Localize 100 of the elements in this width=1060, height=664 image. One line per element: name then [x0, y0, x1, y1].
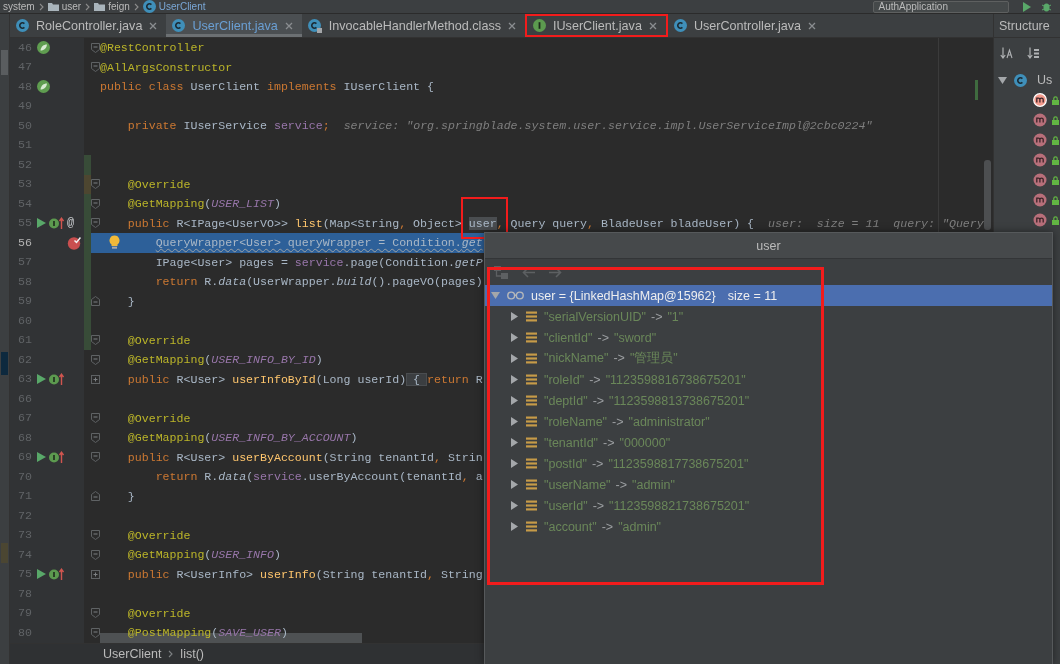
collapse-icon[interactable] — [91, 218, 100, 229]
tree-item[interactable]: Us — [994, 70, 1060, 90]
breadcrumb-item[interactable]: UserClient — [142, 0, 206, 13]
collapse-icon[interactable] — [91, 627, 100, 638]
tree-row[interactable]: "postId" -> "1123598817738675201" — [485, 453, 1052, 474]
collapse-icon[interactable] — [91, 335, 100, 346]
breadcrumb-item[interactable]: system — [3, 0, 35, 13]
caret-right-icon[interactable] — [510, 438, 519, 447]
collapse-icon[interactable] — [91, 296, 100, 307]
editor-tab[interactable]: UserClient.java — [166, 14, 302, 37]
caret-right-icon[interactable] — [510, 375, 519, 384]
bug-icon[interactable] — [1041, 1, 1052, 12]
glasses-icon — [507, 291, 524, 300]
stacked-bars-icon — [526, 437, 537, 448]
caret-right-icon[interactable] — [510, 480, 519, 489]
change-marker[interactable] — [84, 174, 91, 194]
close-icon[interactable] — [508, 21, 516, 30]
sort-icon[interactable] — [1027, 47, 1040, 59]
editor-tab[interactable]: UserController.java — [667, 14, 825, 37]
code-line: private IUserService service; — [127, 118, 330, 134]
collapse-icon[interactable] — [91, 530, 100, 541]
caret-down-icon[interactable] — [491, 291, 500, 300]
class-icon — [673, 19, 687, 32]
caret-right-icon[interactable] — [510, 354, 519, 363]
editor-tab[interactable]: RoleController.java — [10, 14, 167, 37]
breadcrumb-item[interactable]: list() — [180, 647, 204, 661]
tree-row[interactable]: "deptId" -> "1123598813738675201" — [485, 390, 1052, 411]
close-icon[interactable] — [808, 21, 816, 30]
tree-row[interactable]: "nickName" -> "管理员" — [485, 348, 1052, 369]
collapse-icon[interactable] — [91, 608, 100, 619]
leaf-icon[interactable] — [37, 80, 50, 94]
expand-icon[interactable] — [91, 374, 100, 384]
tree-row[interactable]: "userName" -> "admin" — [485, 474, 1052, 495]
change-stripe-marker[interactable] — [975, 80, 978, 100]
collapse-icon[interactable] — [91, 179, 100, 190]
sort-icon[interactable] — [1000, 47, 1013, 59]
stacked-bars-icon — [526, 521, 537, 532]
stacked-bars-icon — [526, 395, 537, 406]
caret-right-icon[interactable] — [510, 417, 519, 426]
leaf-icon[interactable] — [37, 41, 50, 55]
collapse-icon[interactable] — [91, 549, 100, 560]
collapse-icon[interactable] — [91, 452, 100, 463]
implements-icon[interactable] — [49, 451, 64, 464]
change-marker[interactable] — [84, 330, 91, 350]
collapse-icon[interactable] — [91, 354, 100, 365]
scrollbar-thumb[interactable] — [984, 160, 991, 230]
code-line: @GetMapping(USER_INFO) — [127, 547, 281, 563]
collapse-icon[interactable] — [91, 198, 100, 209]
collapse-icon[interactable] — [91, 491, 100, 502]
tree-row[interactable]: "account" -> "admin" — [485, 516, 1052, 537]
run-icon[interactable] — [37, 374, 46, 385]
collapse-icon[interactable] — [91, 432, 100, 443]
implements-icon[interactable] — [49, 373, 64, 386]
caret-right-icon[interactable] — [510, 396, 519, 405]
close-icon[interactable] — [284, 21, 293, 30]
run-icon[interactable] — [37, 218, 46, 229]
breadcrumb-item[interactable]: user — [47, 0, 82, 13]
caret-right-icon[interactable] — [510, 522, 519, 531]
implements-icon[interactable] — [49, 217, 64, 230]
tree-row[interactable]: "serialVersionUID" -> "1" — [485, 306, 1052, 327]
expand-icon[interactable] — [91, 569, 100, 579]
lightbulb-icon[interactable] — [109, 235, 120, 249]
gutter-marker[interactable]: @ — [67, 216, 75, 230]
change-marker[interactable] — [84, 194, 91, 214]
close-icon[interactable] — [149, 21, 158, 30]
stacked-bars-icon — [526, 353, 537, 364]
code-line: QueryWrapper<User> queryWrapper = Condition.get — [155, 235, 483, 251]
method-icon[interactable] — [1033, 93, 1047, 107]
editor-tab[interactable]: InvocableHandlerMethod.class — [301, 14, 525, 37]
run-icon[interactable] — [37, 452, 46, 463]
tree-row[interactable]: "tenantId" -> "000000" — [485, 432, 1052, 453]
caret-down-icon[interactable] — [998, 75, 1007, 85]
collapse-icon[interactable] — [91, 42, 100, 53]
scrollbar-thumb[interactable] — [1, 50, 8, 75]
caret-right-icon[interactable] — [510, 459, 519, 468]
collapse-icon[interactable] — [91, 62, 100, 73]
tree-row[interactable]: "userId" -> "1123598821738675201" — [485, 495, 1052, 516]
breadcrumb-item[interactable]: feign — [94, 0, 130, 13]
breadcrumb-item[interactable]: UserClient — [103, 647, 162, 661]
breakpoint-icon[interactable] — [67, 235, 81, 250]
collapse-icon[interactable] — [91, 413, 100, 424]
change-marker[interactable] — [84, 155, 91, 175]
tree-row[interactable]: user = {LinkedHashMap@15962} size = 11 — [485, 285, 1052, 306]
close-icon[interactable] — [648, 21, 657, 30]
run-configuration-selector[interactable]: AuthApplication — [872, 0, 1009, 13]
tree-row[interactable]: "roleId" -> "1123598816738675201" — [485, 369, 1052, 390]
caret-right-icon[interactable] — [510, 501, 519, 510]
editor-tab[interactable]: IUserClient.java — [527, 16, 666, 35]
implements-icon[interactable] — [49, 568, 64, 581]
caret-right-icon[interactable] — [510, 333, 519, 342]
code-line: @RestController — [100, 40, 205, 56]
lock-icon — [1052, 155, 1059, 165]
tree-row[interactable]: "clientId" -> "sword" — [485, 327, 1052, 348]
chevron-icon — [38, 2, 44, 11]
panel-title: Structure — [999, 18, 1050, 33]
tree-row[interactable]: "roleName" -> "administrator" — [485, 411, 1052, 432]
run-icon[interactable] — [1023, 1, 1031, 12]
caret-right-icon[interactable] — [510, 312, 519, 321]
row-highlight — [1, 352, 8, 375]
run-icon[interactable] — [37, 569, 46, 580]
